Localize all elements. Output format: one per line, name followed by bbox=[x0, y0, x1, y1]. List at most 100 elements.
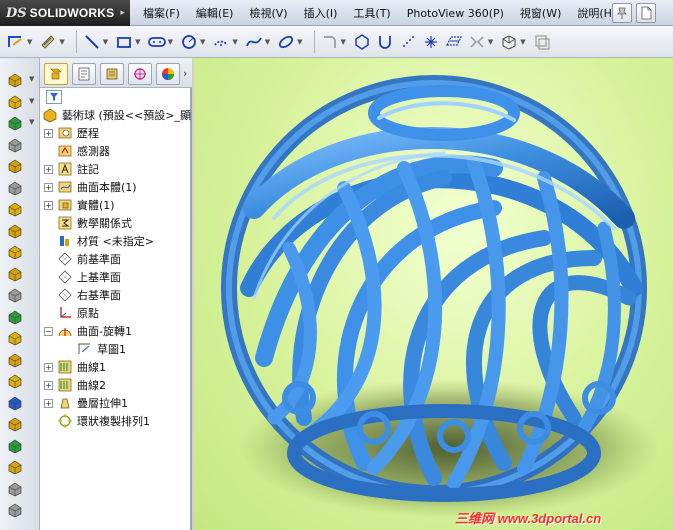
expand-icon[interactable]: + bbox=[44, 398, 53, 408]
offset-entities-icon[interactable] bbox=[532, 30, 552, 54]
tree-item[interactable]: 上基準面 bbox=[44, 268, 121, 286]
chevron-down-icon[interactable]: ▼ bbox=[265, 38, 270, 46]
spline-icon[interactable] bbox=[244, 30, 264, 54]
chevron-down-icon[interactable]: ▼ bbox=[135, 38, 140, 46]
chevron-down-icon[interactable]: ▼ bbox=[520, 38, 525, 46]
chevron-down-icon[interactable]: ▼ bbox=[200, 38, 205, 46]
menu-insert[interactable]: 插入(I) bbox=[299, 5, 343, 21]
configurationmanager-tab-icon[interactable] bbox=[100, 63, 124, 85]
tree-item[interactable]: 數學關係式 bbox=[44, 214, 132, 232]
chevron-down-icon[interactable]: ▼ bbox=[29, 97, 34, 105]
display-manager-tab-icon[interactable] bbox=[156, 63, 180, 85]
revolved-boss-icon[interactable] bbox=[4, 92, 26, 112]
reference-geometry-icon[interactable] bbox=[4, 436, 26, 456]
ellipse-icon[interactable] bbox=[276, 30, 296, 54]
expand-icon[interactable]: + bbox=[44, 200, 53, 210]
new-document-icon[interactable] bbox=[636, 3, 656, 23]
fillet-feature-icon[interactable] bbox=[4, 242, 26, 262]
chevron-down-icon[interactable]: ▼ bbox=[297, 38, 302, 46]
propertymanager-tab-icon[interactable] bbox=[72, 63, 96, 85]
chevron-down-icon[interactable]: ▼ bbox=[488, 38, 493, 46]
filter-icon[interactable] bbox=[46, 90, 62, 104]
sketch-icon[interactable] bbox=[6, 30, 26, 54]
revolved-cut-icon[interactable] bbox=[4, 221, 26, 241]
graphics-viewport[interactable] bbox=[194, 58, 673, 530]
menu-photoview[interactable]: PhotoView 360(P) bbox=[402, 7, 509, 20]
plane-icon[interactable] bbox=[444, 30, 464, 54]
boundary-boss-icon[interactable] bbox=[4, 156, 26, 176]
tree-item[interactable]: + 註記 bbox=[44, 160, 99, 178]
pushpin-icon[interactable] bbox=[612, 3, 632, 23]
linear-pattern-icon[interactable] bbox=[4, 393, 26, 413]
tree-item[interactable]: 右基準面 bbox=[44, 286, 121, 304]
rib-icon[interactable] bbox=[4, 285, 26, 305]
extruded-cut-icon[interactable] bbox=[4, 199, 26, 219]
tree-item[interactable]: 草圖1 bbox=[64, 340, 126, 358]
tree-item[interactable]: 前基準面 bbox=[44, 250, 121, 268]
chamfer-icon[interactable] bbox=[4, 264, 26, 284]
wrap-icon[interactable] bbox=[4, 371, 26, 391]
tree-item[interactable]: 原點 bbox=[44, 304, 99, 322]
menu-view[interactable]: 檢視(V) bbox=[244, 5, 292, 21]
point-grid-icon[interactable] bbox=[398, 30, 418, 54]
tree-item[interactable]: − 曲面-旋轉1 bbox=[44, 322, 132, 340]
extruded-boss-icon[interactable] bbox=[4, 70, 26, 90]
slot-icon[interactable] bbox=[147, 30, 167, 54]
tree-root-part[interactable]: 藝術球 (預設<<預設>_顯 bbox=[42, 106, 191, 124]
dimxpert-tab-icon[interactable] bbox=[128, 63, 152, 85]
chevron-down-icon[interactable]: ▼ bbox=[59, 38, 64, 46]
chevron-down-icon[interactable]: ▼ bbox=[341, 38, 346, 46]
lofted-boss-icon[interactable] bbox=[4, 135, 26, 155]
point-icon[interactable] bbox=[421, 30, 441, 54]
chevron-down-icon[interactable]: ▼ bbox=[103, 38, 108, 46]
tree-item[interactable]: + 疊層拉伸1 bbox=[44, 394, 128, 412]
tree-item[interactable]: + 歷程 bbox=[44, 124, 99, 142]
mirror-icon[interactable] bbox=[4, 414, 26, 434]
polygon-icon[interactable] bbox=[352, 30, 372, 54]
tree-item[interactable]: + 曲線1 bbox=[44, 358, 106, 376]
chevron-down-icon[interactable]: ▼ bbox=[29, 118, 34, 126]
dome-icon[interactable] bbox=[4, 350, 26, 370]
instant3d-icon[interactable] bbox=[4, 479, 26, 499]
tree-item[interactable]: 環狀複製排列1 bbox=[44, 412, 150, 430]
menu-edit[interactable]: 編輯(E) bbox=[191, 5, 239, 21]
convert-entities-icon[interactable] bbox=[499, 30, 519, 54]
smart-dimension-icon[interactable] bbox=[38, 30, 58, 54]
shell-icon[interactable] bbox=[4, 307, 26, 327]
collapse-icon[interactable]: − bbox=[44, 326, 53, 336]
menu-file[interactable]: 檔案(F) bbox=[138, 5, 185, 21]
deform-icon[interactable] bbox=[4, 500, 26, 520]
line-icon[interactable] bbox=[82, 30, 102, 54]
tree-item[interactable]: + 曲線2 bbox=[44, 376, 106, 394]
curves-icon[interactable] bbox=[4, 457, 26, 477]
thicken-icon[interactable] bbox=[4, 178, 26, 198]
chevron-down-icon[interactable]: ▼ bbox=[27, 38, 32, 46]
tree-item[interactable]: 感測器 bbox=[44, 142, 110, 160]
chevron-down-icon[interactable]: ▼ bbox=[232, 38, 237, 46]
text-icon[interactable] bbox=[467, 30, 487, 54]
menu-window[interactable]: 視窗(W) bbox=[515, 5, 566, 21]
chevron-down-icon[interactable]: ▼ bbox=[29, 75, 34, 83]
fillet-icon[interactable] bbox=[320, 30, 340, 54]
draft-icon[interactable] bbox=[4, 328, 26, 348]
circle-icon[interactable] bbox=[179, 30, 199, 54]
featuremanager-tab-icon[interactable] bbox=[44, 63, 68, 85]
chevron-down-icon[interactable]: ▼ bbox=[168, 38, 173, 46]
swept-boss-icon[interactable] bbox=[4, 113, 26, 133]
expand-icon[interactable]: + bbox=[44, 128, 53, 138]
tabs-more-icon[interactable]: › bbox=[183, 67, 187, 80]
solidworks-logo[interactable]: DS SOLIDWORKS ▸ bbox=[0, 0, 130, 26]
expand-icon[interactable]: + bbox=[44, 182, 53, 192]
parabola-icon[interactable] bbox=[375, 30, 395, 54]
art-ball-model[interactable] bbox=[194, 58, 673, 530]
tree-item[interactable]: 材質 <未指定> bbox=[44, 232, 154, 250]
tree-item[interactable]: + 曲面本體(1) bbox=[44, 178, 137, 196]
rectangle-icon[interactable] bbox=[114, 30, 134, 54]
expand-icon[interactable]: + bbox=[44, 380, 53, 390]
tree-item[interactable]: + 實體(1) bbox=[44, 196, 115, 214]
expand-icon[interactable]: + bbox=[44, 164, 53, 174]
arc-icon[interactable] bbox=[211, 30, 231, 54]
menu-tools[interactable]: 工具(T) bbox=[348, 5, 395, 21]
expand-icon[interactable]: + bbox=[44, 362, 53, 372]
history-icon bbox=[57, 125, 73, 141]
